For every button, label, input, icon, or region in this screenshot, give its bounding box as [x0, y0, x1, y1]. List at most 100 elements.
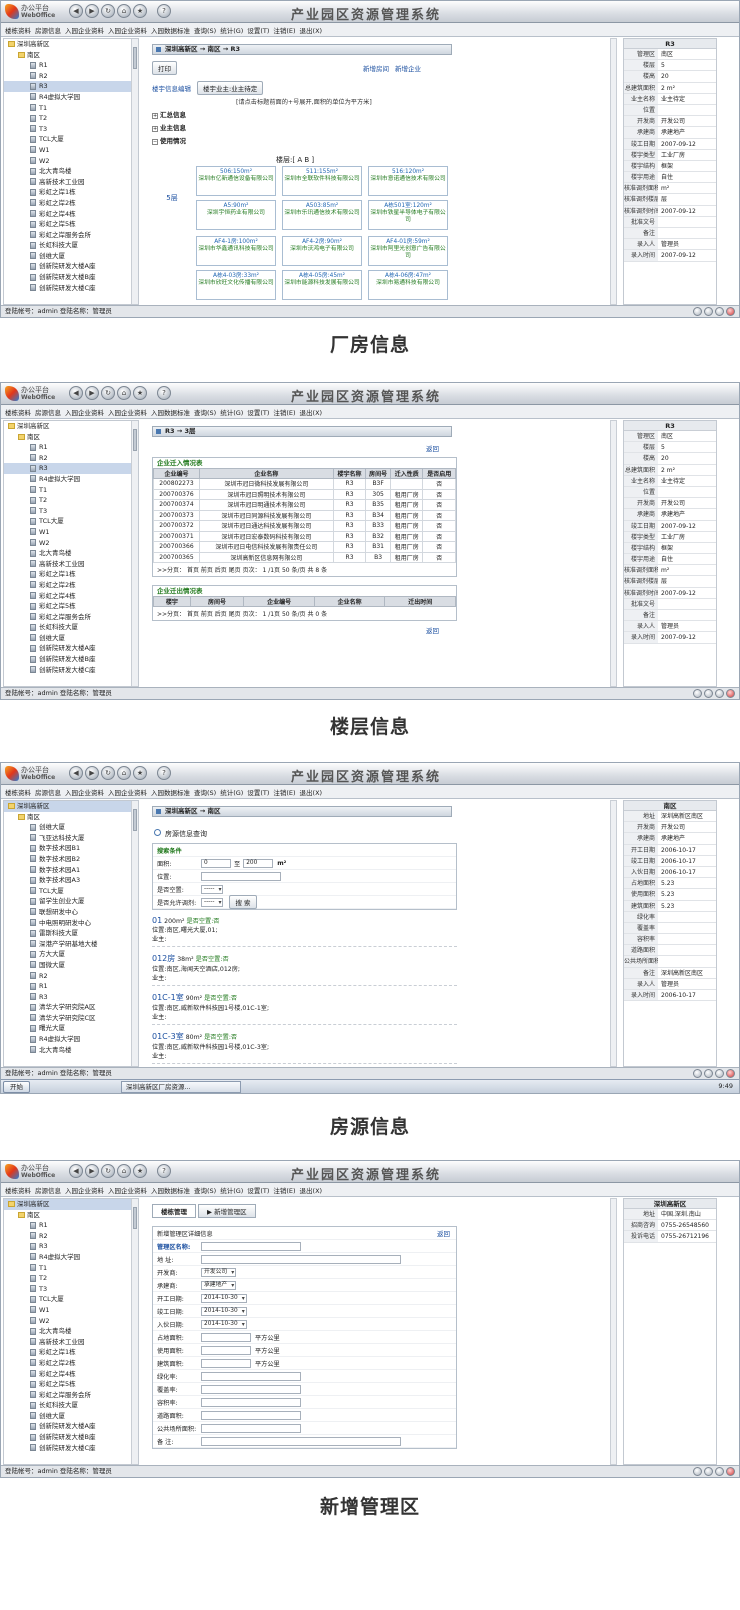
move-out-pager[interactable]: >>分页： 首页 前页 后页 尾页 页次： 1 /1页 50 条/页 共 0 条 [153, 607, 456, 620]
table-row[interactable]: 200700365 深圳高新区信息网有限公司 R3 B3 租用厂房否 [153, 551, 456, 563]
unit-cell[interactable]: 506:150m² 深圳市亿新通信设备有限公司 [196, 166, 276, 196]
room-result[interactable]: 01 200m² 是否空置:否 位置:南区,曙光大厦,01; 业主: [152, 916, 457, 947]
menu-item[interactable]: 入园企业资料 [108, 407, 147, 417]
land-area-input[interactable] [201, 1332, 251, 1342]
home-button[interactable]: ⌂ [117, 766, 131, 780]
menu-item[interactable]: 入园企业资料 [108, 25, 147, 35]
tree-building[interactable]: 彩虹之岸5栋 [4, 601, 138, 612]
tree-building[interactable]: 彩虹之岸4栋 [4, 591, 138, 602]
tree-building[interactable]: 长虹科技大厦 [4, 240, 138, 251]
home-button[interactable]: ⌂ [117, 1164, 131, 1178]
tree-building[interactable]: 创新院研发大楼A座 [4, 643, 138, 654]
room-result[interactable]: 01C-3室 80m² 是否空置:否 位置:南区,威新软件科技园1号楼,01C-3… [152, 1031, 457, 1064]
tree-building[interactable]: W1 [4, 527, 138, 538]
tab-building-management[interactable]: 楼栋管理 [152, 1204, 196, 1218]
menu-item[interactable]: 入园企业资料 [65, 787, 104, 797]
tree-building[interactable]: R3 [4, 81, 138, 92]
tree-building[interactable]: T1 [4, 1263, 138, 1274]
menu-item[interactable]: 查询(S) [194, 787, 216, 797]
menu-item[interactable]: 设置(T) [247, 407, 269, 417]
favorites-button[interactable]: ★ [133, 386, 147, 400]
tree-building[interactable]: T2 [4, 113, 138, 124]
main-scrollbar[interactable] [610, 38, 617, 305]
remark-input[interactable] [201, 1436, 401, 1446]
menu-item[interactable]: 楼栋资料 [5, 25, 31, 35]
tree-building[interactable]: R3 [4, 992, 138, 1003]
tree-building[interactable]: 北大青鸟楼 [4, 1326, 138, 1337]
tree-area[interactable]: 南区 [4, 432, 138, 443]
developer-select[interactable]: 开发公司 [201, 1267, 237, 1277]
unit-cell[interactable]: A栋501室:120m² 深圳市铁星半导体电子有限公司 [368, 200, 448, 230]
area-to-input[interactable]: 200 [243, 858, 274, 868]
tree-building[interactable]: W2 [4, 1316, 138, 1327]
tree-building[interactable]: 北大青鸟楼 [4, 166, 138, 177]
tree-area[interactable]: 南区 [4, 812, 138, 823]
tree-building[interactable]: W1 [4, 1305, 138, 1316]
tree-building[interactable]: 彩虹之岸4栋 [4, 209, 138, 220]
menu-item[interactable]: 入园企业资料 [65, 1185, 104, 1195]
tree-building[interactable]: 彩虹之岸服务会所 [4, 612, 138, 623]
tree-building[interactable]: 高新技术工业园 [4, 559, 138, 570]
menu-item[interactable]: 查询(S) [194, 407, 216, 417]
tree-root[interactable]: 深圳高新区 [4, 421, 138, 432]
help-button[interactable]: ? [157, 766, 171, 780]
tree-building[interactable]: 长虹科技大厦 [4, 622, 138, 633]
builder-select[interactable]: 承建地产 [201, 1280, 237, 1290]
menu-item[interactable]: 注销(E) [273, 407, 295, 417]
menu-item[interactable]: 退出(X) [300, 407, 323, 417]
menu-item[interactable]: 房源信息 [35, 787, 61, 797]
tree-building[interactable]: 创维大厦 [4, 633, 138, 644]
tree-building[interactable]: 创新院研发大楼C座 [4, 283, 138, 294]
complete-date-picker[interactable]: 2014-10-30 [201, 1306, 247, 1316]
unit-cell[interactable]: AF4-2房:90m² 深圳市沃鸿电子有限公司 [282, 236, 362, 266]
tree-building[interactable]: 创新院研发大楼A座 [4, 261, 138, 272]
tree-scrollbar[interactable] [131, 1199, 138, 1464]
room-result[interactable]: 012房 38m² 是否空置:否 位置:南区,海闻天空酒店,012房; 业主: [152, 953, 457, 986]
tree-building[interactable]: TCL大厦 [4, 134, 138, 145]
back-button[interactable]: ◀ [69, 766, 83, 780]
tree-building[interactable]: 彩虹之岸1栋 [4, 1347, 138, 1358]
tree-building[interactable]: 创维大厦 [4, 251, 138, 262]
back-link[interactable]: 返回 [437, 1228, 450, 1238]
table-row[interactable]: 200700371 深圳市冠日宏泰数码科技有限公司 R3 B32 租用厂房否 [153, 530, 456, 542]
area-name-input[interactable] [201, 1241, 301, 1251]
road-area-input[interactable] [201, 1410, 301, 1420]
table-row[interactable]: 200802273 深圳市冠日微科技发展有限公司 R3 B3F 否 [153, 478, 456, 490]
home-button[interactable]: ⌂ [117, 386, 131, 400]
menu-item[interactable]: 入园企业资料 [108, 1185, 147, 1195]
menu-item[interactable]: 房源信息 [35, 407, 61, 417]
tree-building[interactable]: 深港产学研基地大楼 [4, 939, 138, 950]
tree-building[interactable]: R3 [4, 463, 138, 474]
tree-area[interactable]: 南区 [4, 50, 138, 61]
menu-item[interactable]: 入园数据标准 [151, 1185, 190, 1195]
menu-item[interactable]: 退出(X) [300, 787, 323, 797]
tree-building[interactable]: 彩虹之岸1栋 [4, 569, 138, 580]
tree-building[interactable]: 彩虹之岸2栋 [4, 580, 138, 591]
home-button[interactable]: ⌂ [117, 4, 131, 18]
tree-building[interactable]: T2 [4, 1273, 138, 1284]
tree-building[interactable]: T1 [4, 485, 138, 496]
start-button[interactable]: 开始 [3, 1081, 30, 1093]
tree-building[interactable]: TCL大厦 [4, 516, 138, 527]
tree-building[interactable]: R4虚拟大学园 [4, 1034, 138, 1045]
empty-select[interactable]: ----- [201, 884, 224, 894]
tree-building[interactable]: R4虚拟大学园 [4, 92, 138, 103]
menu-item[interactable]: 退出(X) [300, 25, 323, 35]
refresh-button[interactable]: ↻ [101, 1164, 115, 1178]
tree-building[interactable]: 高新技术工业园 [4, 177, 138, 188]
main-scrollbar[interactable] [610, 420, 617, 687]
green-rate-input[interactable] [201, 1371, 301, 1381]
unit-cell[interactable]: A栋4-03房:33m² 深圳市欣旺文化传播有限公司 [196, 270, 276, 300]
area-from-input[interactable]: 0 [201, 858, 231, 868]
table-row[interactable]: 200700376 深圳市冠日照明技术有限公司 R3 305 租用厂房否 [153, 488, 456, 500]
menu-item[interactable]: 退出(X) [300, 1185, 323, 1195]
tree-building[interactable]: 彩虹之岸5栋 [4, 219, 138, 230]
refresh-button[interactable]: ↻ [101, 4, 115, 18]
unit-cell[interactable]: 511:155m² 深圳市全联软件科技有限公司 [282, 166, 362, 196]
table-row[interactable]: 200700373 深圳市冠日同源科技发展有限公司 R3 B34 租用厂房否 [153, 509, 456, 521]
tree-building[interactable]: W1 [4, 145, 138, 156]
tree-building[interactable]: 方大大厦 [4, 949, 138, 960]
tree-scrollbar[interactable] [131, 421, 138, 686]
tree-building[interactable]: 数字技术园B1 [4, 843, 138, 854]
tree-building[interactable]: T1 [4, 103, 138, 114]
